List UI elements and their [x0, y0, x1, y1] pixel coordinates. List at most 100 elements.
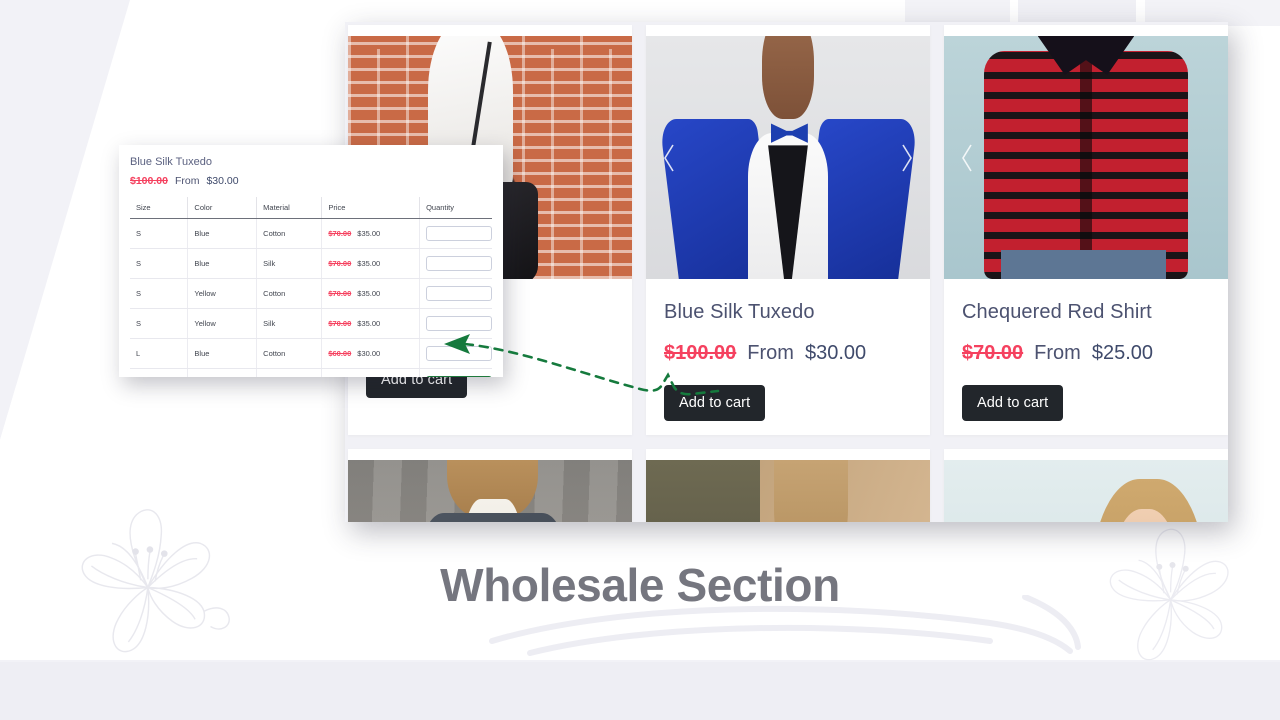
- product-photo-blue-silk-tuxedo: [646, 36, 930, 279]
- product-title: Blue Silk Tuxedo: [664, 301, 815, 323]
- from-label: From: [1034, 342, 1081, 364]
- table-row: S Yellow Silk $70.00 $35.00: [130, 308, 492, 339]
- jeans: [1000, 249, 1166, 279]
- product-card[interactable]: Blue Silk Tuxedo $100.00 From $30.00 Add…: [646, 25, 930, 435]
- product-image[interactable]: [348, 460, 632, 522]
- product-image[interactable]: [646, 36, 930, 279]
- quantity-input[interactable]: [426, 226, 492, 241]
- quantity-input[interactable]: [426, 256, 492, 271]
- chevron-right-icon[interactable]: [896, 141, 918, 175]
- product-image[interactable]: [944, 36, 1228, 279]
- cell-size: L: [130, 368, 189, 377]
- cell-quantity: [419, 338, 492, 369]
- product-photo-blue-varsity-top: [646, 460, 930, 522]
- current-price: $30.00: [804, 342, 867, 364]
- row-price: $30.00: [357, 349, 381, 358]
- compare-at-price: $100.00: [664, 342, 737, 364]
- chevron-left-icon[interactable]: [658, 141, 680, 175]
- cell-quantity: [419, 248, 492, 279]
- cell-price: $60.00 $30.00: [321, 338, 421, 369]
- product-photo-chequered-red-shirt: [944, 36, 1228, 279]
- row-compare-price: $70.00: [328, 289, 352, 298]
- cell-material: Silk: [256, 308, 323, 339]
- popup-price: $100.00 From $30.00: [130, 175, 492, 187]
- cell-size: S: [130, 218, 189, 249]
- compare-at-price: $70.00: [962, 342, 1024, 364]
- cell-size: S: [130, 308, 189, 339]
- product-card[interactable]: [348, 449, 632, 522]
- cell-price: $70.00 $35.00: [321, 368, 421, 377]
- cell-size: L: [130, 338, 189, 369]
- shirt-placket: [1080, 55, 1092, 270]
- cell-color: Blue: [187, 218, 258, 249]
- product-details: Chequered Red Shirt $70.00 From $25.00 A…: [944, 279, 1228, 421]
- product-card[interactable]: [944, 449, 1228, 522]
- product-image[interactable]: [944, 460, 1228, 522]
- cell-size: S: [130, 248, 189, 279]
- row-price: $35.00: [357, 319, 381, 328]
- cell-price: $70.00 $35.00: [321, 248, 421, 279]
- cell-color: Yellow: [187, 278, 258, 309]
- cell-color: Blue: [187, 368, 258, 377]
- popup-product-title: Blue Silk Tuxedo: [130, 156, 212, 168]
- column-header-size: Size: [130, 197, 189, 219]
- row-price: $35.00: [357, 259, 381, 268]
- cell-material: Silk: [256, 368, 323, 377]
- product-image[interactable]: [646, 460, 930, 522]
- table-row: L Blue Silk $70.00 $35.00: [130, 368, 492, 377]
- table-row: S Blue Silk $70.00 $35.00: [130, 248, 492, 279]
- product-photo-quilted-jacket: [348, 460, 632, 522]
- from-label: From: [747, 342, 794, 364]
- cell-price: $70.00 $35.00: [321, 218, 421, 249]
- model-hair: [773, 460, 848, 522]
- product-details: Blue Silk Tuxedo $100.00 From $30.00 Add…: [646, 279, 930, 421]
- column-header-price: Price: [321, 197, 421, 219]
- table-row: S Blue Cotton $70.00 $35.00: [130, 218, 492, 249]
- model-head: [762, 36, 814, 119]
- product-card[interactable]: [646, 449, 930, 522]
- add-to-cart-button[interactable]: Add to cart: [664, 385, 766, 421]
- cell-material: Cotton: [256, 218, 323, 249]
- stone-wall: [646, 460, 760, 522]
- wholesale-variant-table-popup: Blue Silk Tuxedo $100.00 From $30.00 Siz…: [119, 145, 503, 377]
- quantity-input[interactable]: [426, 286, 492, 301]
- row-compare-price: $60.00: [328, 349, 352, 358]
- product-photo-sunglasses-model: [944, 460, 1228, 522]
- cell-color: Yellow: [187, 308, 258, 339]
- quantity-input[interactable]: [426, 376, 492, 377]
- cell-quantity: [419, 278, 492, 309]
- quantity-input[interactable]: [426, 316, 492, 331]
- cell-quantity: [419, 218, 492, 249]
- add-to-cart-button[interactable]: Add to cart: [962, 385, 1064, 421]
- column-header-quantity: Quantity: [419, 197, 492, 219]
- quantity-input[interactable]: [426, 346, 492, 361]
- row-compare-price: $70.00: [328, 259, 352, 268]
- row-price: $35.00: [357, 289, 381, 298]
- quilted-jacket: [424, 513, 561, 522]
- cell-quantity: [419, 308, 492, 339]
- current-price: $25.00: [1091, 342, 1154, 364]
- page-title: Wholesale Section: [440, 559, 840, 611]
- popup-compare-at-price: $100.00: [130, 175, 168, 187]
- product-price: $100.00 From $30.00: [664, 342, 912, 365]
- table-row: L Blue Cotton $60.00 $30.00: [130, 338, 492, 369]
- cell-material: Silk: [256, 248, 323, 279]
- cell-size: S: [130, 278, 189, 309]
- table-header-row: Size Color Material Price Quantity: [130, 197, 492, 219]
- cell-price: $70.00 $35.00: [321, 308, 421, 339]
- popup-from-label: From: [174, 175, 200, 187]
- column-header-color: Color: [187, 197, 258, 219]
- chevron-left-icon[interactable]: [956, 141, 978, 175]
- cell-price: $70.00 $35.00: [321, 278, 421, 309]
- product-price: $70.00 From $25.00: [962, 342, 1210, 365]
- cell-quantity: [419, 368, 492, 377]
- product-card[interactable]: Chequered Red Shirt $70.00 From $25.00 A…: [944, 25, 1228, 435]
- background-bottom-strip: [0, 662, 1280, 720]
- column-header-material: Material: [256, 197, 323, 219]
- cell-material: Cotton: [256, 278, 323, 309]
- table-row: S Yellow Cotton $70.00 $35.00: [130, 278, 492, 309]
- popup-from-price: $30.00: [206, 175, 239, 187]
- product-title: Chequered Red Shirt: [962, 301, 1152, 323]
- row-compare-price: $70.00: [328, 229, 352, 238]
- row-price: $35.00: [357, 229, 381, 238]
